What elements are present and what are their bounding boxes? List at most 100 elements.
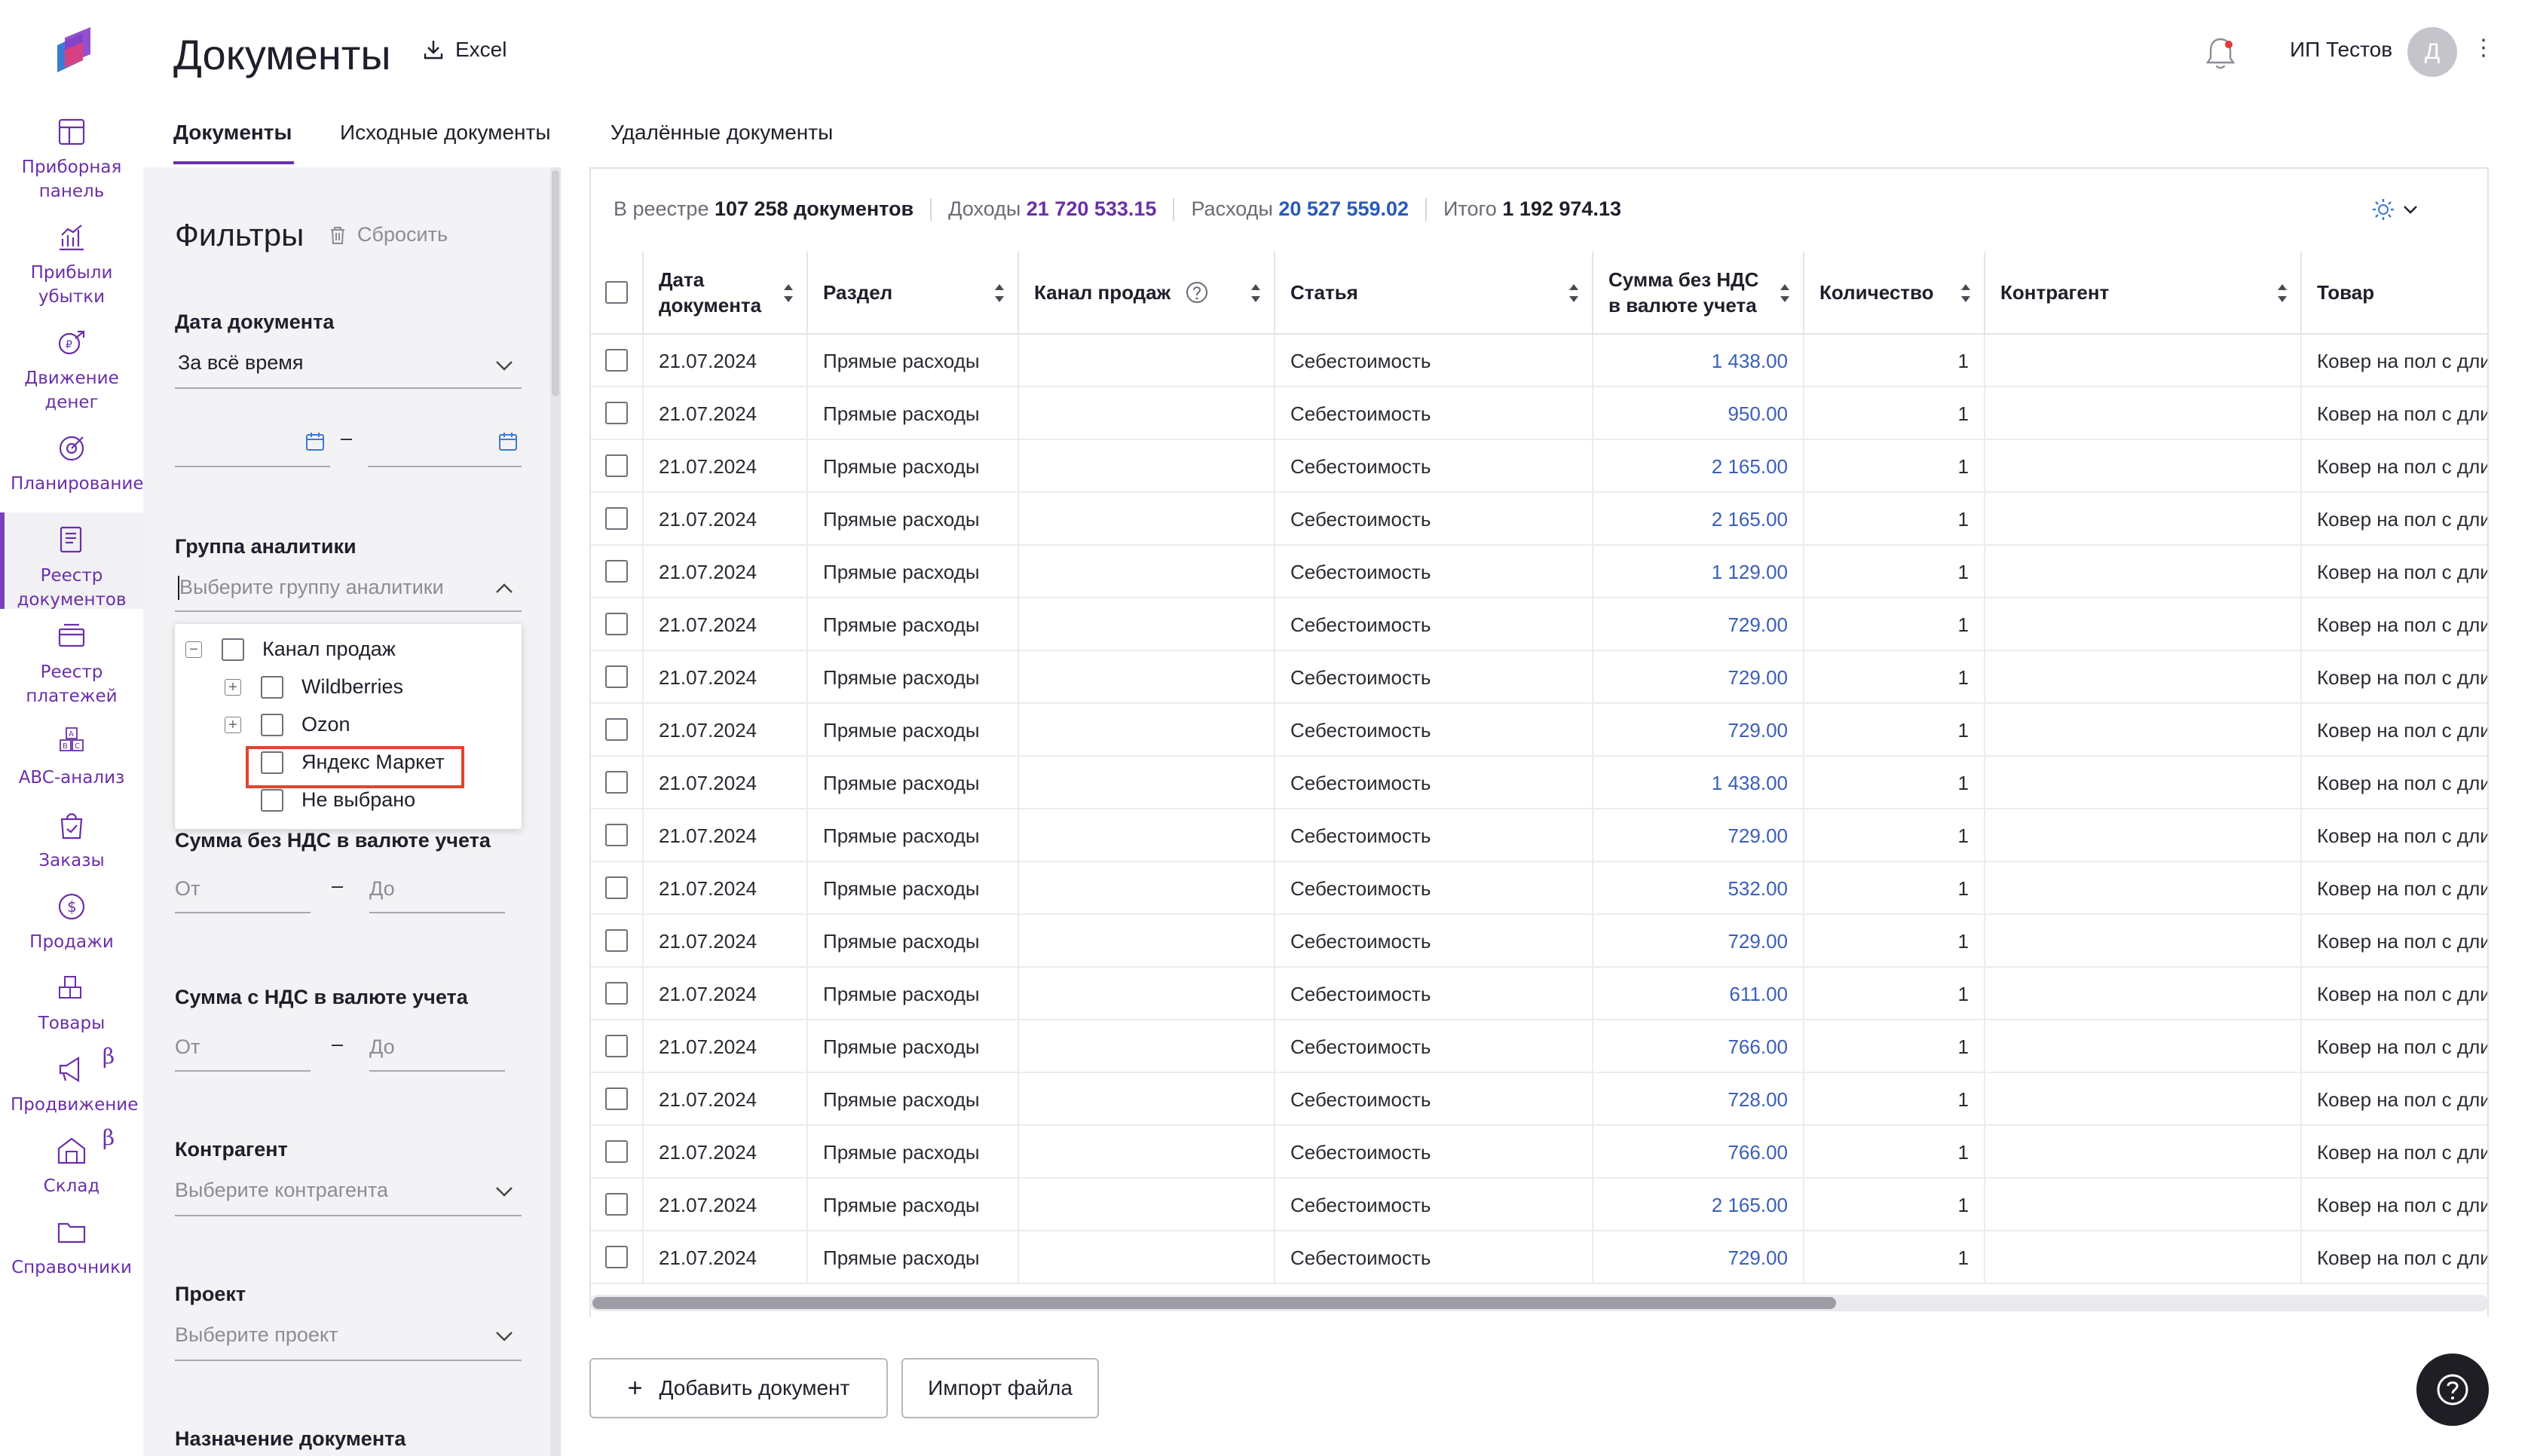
table-cell-sum-no-vat[interactable]: 729.00	[1593, 809, 1804, 862]
row-checkbox[interactable]	[605, 1193, 628, 1216]
tree-node-not-selected[interactable]: Не выбрано	[261, 788, 415, 812]
column-header-counterparty[interactable]: Контрагент	[1985, 252, 2302, 335]
tree-node-wildberries[interactable]: + Wildberries	[225, 675, 403, 699]
select-all-checkbox[interactable]	[605, 281, 628, 304]
sort-icon[interactable]	[1779, 282, 1791, 304]
chevron-down-icon[interactable]	[494, 1185, 514, 1198]
import-file-button[interactable]: Импорт файла	[901, 1358, 1099, 1418]
analytics-group-input[interactable]: Выберите группу аналитики	[179, 576, 444, 599]
expand-icon[interactable]: +	[225, 678, 241, 696]
nav-item-promotion[interactable]: Продвижение β	[0, 1045, 143, 1126]
row-checkbox[interactable]	[605, 929, 628, 952]
table-cell-sum-no-vat[interactable]: 729.00	[1593, 704, 1804, 757]
column-header-sum-no-vat[interactable]: Сумма без НДС в валюте учета	[1593, 252, 1804, 335]
checkbox[interactable]	[261, 788, 283, 812]
row-checkbox[interactable]	[605, 1035, 628, 1057]
table-cell-select[interactable]	[591, 915, 644, 968]
table-cell-select[interactable]	[591, 704, 644, 757]
table-cell-select[interactable]	[591, 546, 644, 598]
counterparty-select[interactable]: Выберите контрагента	[175, 1179, 388, 1202]
nav-item-cash-flow[interactable]: ₽ Движение денег	[0, 324, 143, 422]
table-cell-select[interactable]	[591, 440, 644, 493]
sum-no-vat-to-input[interactable]: До	[369, 877, 395, 901]
nav-item-abc-analysis[interactable]: A B C ABC-анализ	[0, 723, 143, 799]
sort-icon[interactable]	[1250, 282, 1262, 304]
nav-item-payments-registry[interactable]: Реестр платежей	[0, 618, 143, 716]
table-cell-sum-no-vat[interactable]: 2 165.00	[1593, 1179, 1804, 1231]
tab-source-documents[interactable]: Исходные документы	[340, 121, 550, 145]
row-checkbox[interactable]	[605, 613, 628, 635]
table-cell-sum-no-vat[interactable]: 766.00	[1593, 1020, 1804, 1073]
table-cell-select[interactable]	[591, 1073, 644, 1126]
table-cell-select[interactable]	[591, 1126, 644, 1179]
row-checkbox[interactable]	[605, 665, 628, 688]
table-cell-select[interactable]	[591, 493, 644, 546]
checkbox[interactable]	[261, 713, 283, 736]
row-checkbox[interactable]	[605, 771, 628, 794]
help-button[interactable]	[2416, 1354, 2489, 1426]
help-circle-icon[interactable]	[1185, 280, 1209, 304]
tree-node-sales-channel[interactable]: − Канал продаж	[185, 638, 396, 661]
table-cell-select[interactable]	[591, 651, 644, 704]
excel-export-button[interactable]: Excel	[422, 38, 507, 62]
row-checkbox[interactable]	[605, 349, 628, 372]
app-logo-icon[interactable]	[50, 27, 95, 78]
checkbox[interactable]	[222, 638, 244, 661]
table-cell-sum-no-vat[interactable]: 766.00	[1593, 1126, 1804, 1179]
row-checkbox[interactable]	[605, 1087, 628, 1110]
sum-vat-to-input[interactable]: До	[369, 1035, 395, 1059]
column-header-section[interactable]: Раздел	[808, 252, 1019, 335]
table-cell-select[interactable]	[591, 809, 644, 862]
tab-documents[interactable]: Документы	[173, 121, 292, 145]
row-checkbox[interactable]	[605, 1140, 628, 1163]
table-settings-gear-icon[interactable]	[2368, 194, 2428, 225]
sum-vat-from-input[interactable]: От	[175, 1035, 200, 1059]
table-cell-select[interactable]	[591, 1179, 644, 1231]
table-cell-select[interactable]	[591, 1020, 644, 1073]
table-cell-sum-no-vat[interactable]: 1 129.00	[1593, 546, 1804, 598]
column-header-sales-channel[interactable]: Канал продаж	[1019, 252, 1275, 335]
table-cell-sum-no-vat[interactable]: 532.00	[1593, 862, 1804, 915]
sort-icon[interactable]	[1568, 282, 1580, 304]
user-name[interactable]: ИП Тестов	[2290, 38, 2392, 62]
table-cell-sum-no-vat[interactable]: 611.00	[1593, 968, 1804, 1020]
table-cell-sum-no-vat[interactable]: 2 165.00	[1593, 493, 1804, 546]
nav-item-references[interactable]: Справочники	[0, 1213, 143, 1289]
nav-item-dashboard[interactable]: Приборная панель	[0, 113, 143, 211]
column-header-date[interactable]: Дата документа	[644, 252, 808, 335]
table-cell-sum-no-vat[interactable]: 950.00	[1593, 387, 1804, 440]
table-cell-sum-no-vat[interactable]: 2 165.00	[1593, 440, 1804, 493]
nav-item-documents-registry[interactable]: Реестр документов	[0, 512, 143, 610]
table-cell-select[interactable]	[591, 335, 644, 387]
reset-filters-button[interactable]: Сбросить	[329, 223, 448, 246]
calendar-icon[interactable]	[497, 431, 519, 452]
table-cell-select[interactable]	[591, 968, 644, 1020]
column-header-product[interactable]: Товар	[2302, 252, 2487, 335]
row-checkbox[interactable]	[605, 560, 628, 583]
table-cell-sum-no-vat[interactable]: 1 438.00	[1593, 757, 1804, 809]
nav-item-sales[interactable]: $ Продажи	[0, 888, 143, 963]
add-document-button[interactable]: + Добавить документ	[589, 1358, 888, 1418]
row-checkbox[interactable]	[605, 1246, 628, 1268]
checkbox[interactable]	[261, 675, 283, 699]
more-options-icon[interactable]: ⋮	[2472, 35, 2495, 65]
table-cell-sum-no-vat[interactable]: 729.00	[1593, 651, 1804, 704]
chevron-up-icon[interactable]	[494, 582, 514, 595]
table-cell-sum-no-vat[interactable]: 729.00	[1593, 598, 1804, 651]
row-checkbox[interactable]	[605, 982, 628, 1005]
avatar[interactable]: Д	[2407, 27, 2457, 77]
table-cell-sum-no-vat[interactable]: 728.00	[1593, 1073, 1804, 1126]
tree-node-ozon[interactable]: + Ozon	[225, 713, 350, 736]
chevron-down-icon[interactable]	[494, 1329, 514, 1343]
chevron-down-icon[interactable]	[494, 359, 514, 372]
project-select[interactable]: Выберите проект	[175, 1323, 338, 1347]
sort-icon[interactable]	[782, 282, 794, 304]
notification-bell-icon[interactable]	[2201, 35, 2240, 74]
table-cell-select[interactable]	[591, 598, 644, 651]
nav-item-products[interactable]: Товары	[0, 969, 143, 1045]
table-cell-select[interactable]	[591, 862, 644, 915]
row-checkbox[interactable]	[605, 454, 628, 477]
column-header-quantity[interactable]: Количество	[1804, 252, 1985, 335]
table-cell-select[interactable]	[591, 757, 644, 809]
table-horizontal-scrollbar-thumb[interactable]	[592, 1297, 1836, 1309]
